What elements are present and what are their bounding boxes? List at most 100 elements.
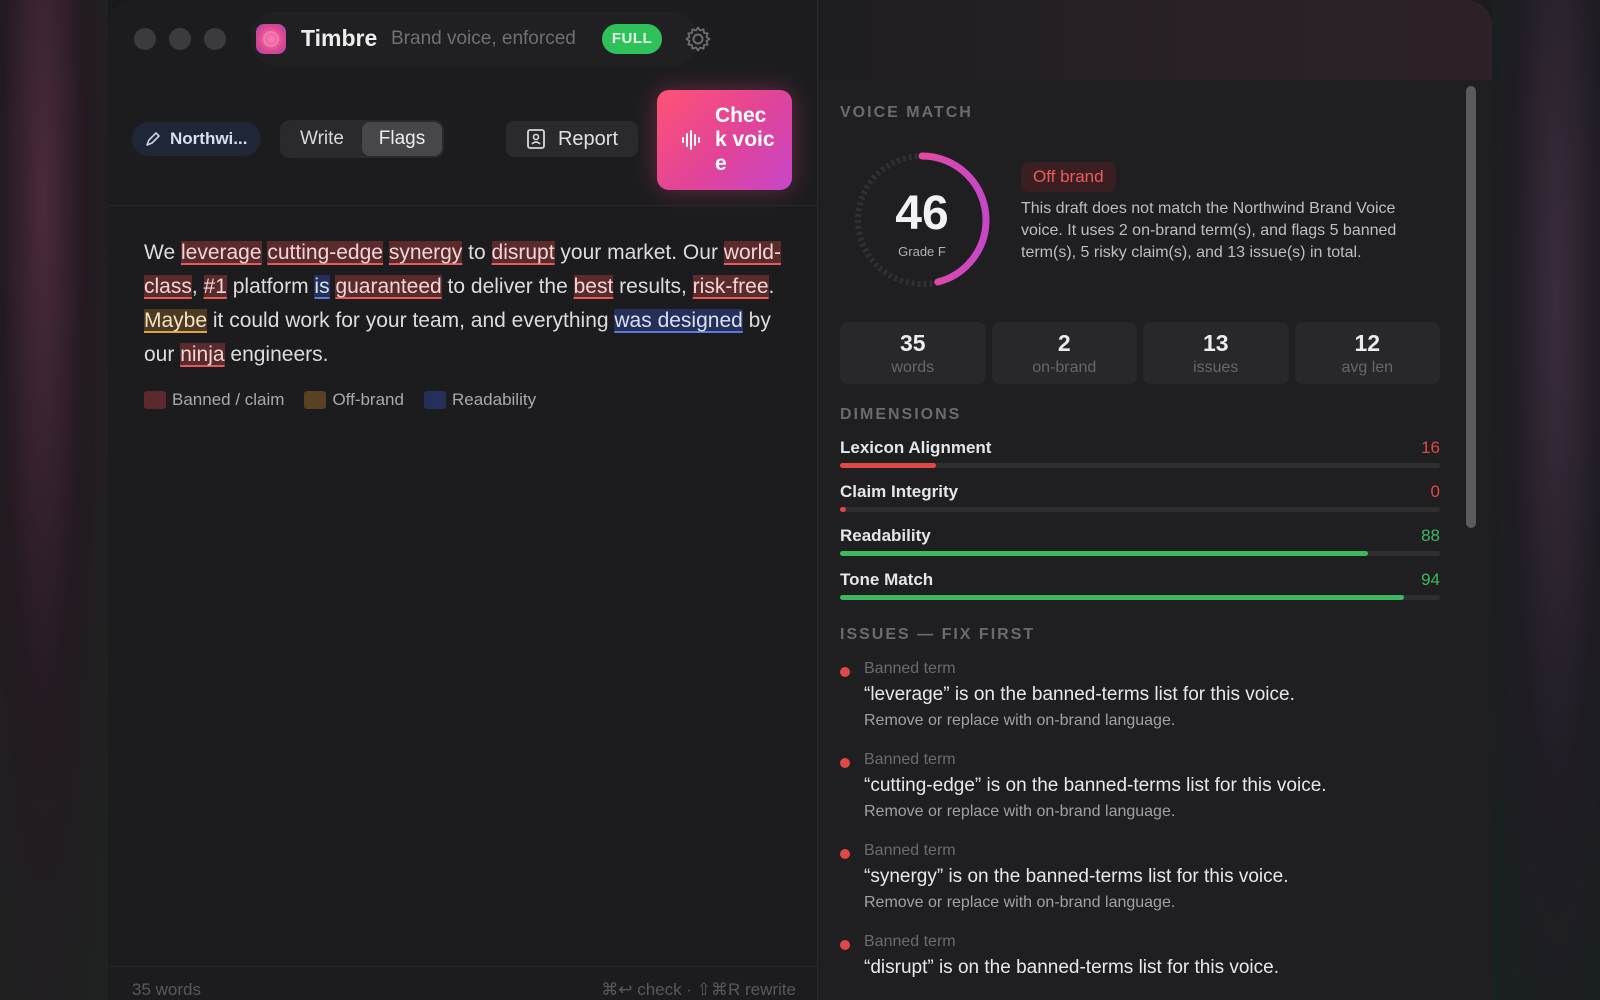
report-button[interactable]: Report bbox=[506, 121, 638, 157]
stat-label: avg len bbox=[1341, 359, 1394, 376]
draft-text-run: . bbox=[768, 275, 775, 298]
stat-avg-len: 12 avg len bbox=[1294, 322, 1440, 384]
voice-match-title: VOICE MATCH bbox=[840, 104, 973, 121]
dimension-score: 16 bbox=[1421, 438, 1440, 457]
voice-selector[interactable]: Northwi... bbox=[132, 122, 262, 156]
flagged-term-readability[interactable]: is bbox=[314, 275, 330, 298]
draft-text-run: platform bbox=[226, 275, 315, 298]
issue-description: “synergy” is on the banned-terms list fo… bbox=[864, 866, 1289, 887]
desktop-background-right bbox=[1492, 0, 1600, 1000]
issue-fix: Remove or replace with on-brand language… bbox=[864, 712, 1176, 729]
flagged-term-banned[interactable]: disrupt bbox=[491, 241, 555, 264]
gear-icon[interactable] bbox=[683, 24, 713, 54]
flagged-term-banned[interactable]: synergy bbox=[388, 241, 463, 264]
draft-text-run: to deliver the bbox=[441, 275, 574, 298]
stat-value: 35 bbox=[899, 330, 926, 356]
tab-flags[interactable]: Flags bbox=[362, 122, 442, 156]
pen-nib-icon bbox=[146, 132, 160, 146]
legend-label: Off-brand bbox=[332, 390, 404, 409]
flagged-term-off-brand[interactable]: Maybe bbox=[144, 309, 208, 332]
dimension-name: Lexicon Alignment bbox=[840, 438, 992, 457]
dimension-claim-integrity: Claim Integrity 0 bbox=[840, 482, 1440, 518]
dimension-lexicon-alignment: Lexicon Alignment 16 bbox=[840, 438, 1440, 474]
flagged-term-banned[interactable]: ninja bbox=[180, 343, 225, 366]
stat-value: 2 bbox=[1057, 330, 1071, 356]
legend-item-off-brand: Off-brand bbox=[304, 390, 404, 410]
dimension-bar bbox=[840, 463, 936, 468]
plan-badge: FULL bbox=[602, 24, 662, 54]
mode-segmented-control: Write Flags bbox=[280, 120, 444, 158]
titlebar: Timbre Brand voice, enforced FULL bbox=[108, 0, 818, 80]
flagged-term-banned[interactable]: risk-free bbox=[692, 275, 769, 298]
keyboard-shortcuts-hint: ⌘↩ check · ⇧⌘R rewrite bbox=[601, 980, 796, 999]
analysis-panel: VOICE MATCH 46 Grade F Off brand This dr… bbox=[818, 0, 1492, 1000]
draft-text-run: engineers. bbox=[224, 343, 329, 366]
voice-score: 46 bbox=[895, 187, 949, 240]
panel-header-strip bbox=[818, 0, 1492, 80]
tab-write[interactable]: Write bbox=[282, 122, 362, 156]
dimension-name: Tone Match bbox=[840, 570, 934, 589]
app-logo-icon bbox=[256, 24, 286, 54]
dimension-bar bbox=[840, 551, 1368, 556]
dimension-bar bbox=[840, 507, 846, 512]
dimension-name: Readability bbox=[840, 526, 931, 545]
legend-label: Banned / claim bbox=[172, 390, 285, 409]
dimension-tone-match: Tone Match 94 bbox=[840, 570, 1440, 606]
editor-pane: Timbre Brand voice, enforced FULL Northw… bbox=[108, 0, 818, 1000]
stat-words: 35 words bbox=[840, 322, 986, 384]
check-voice-label: Check voice bbox=[715, 104, 775, 175]
dimension-readability: Readability 88 bbox=[840, 526, 1440, 562]
close-window-button[interactable] bbox=[134, 28, 156, 50]
stat-label: on-brand bbox=[1032, 359, 1097, 376]
issue-fix: Remove or replace with on-brand language… bbox=[864, 894, 1176, 911]
app-window: Timbre Brand voice, enforced FULL Northw… bbox=[108, 0, 1492, 1000]
check-voice-button[interactable]: Check voice bbox=[657, 90, 792, 190]
summary-text: This draft does not match the Northwind … bbox=[1021, 200, 1397, 261]
stat-value: 12 bbox=[1354, 330, 1381, 356]
stat-issues: 13 issues bbox=[1143, 322, 1289, 384]
legend-swatch bbox=[423, 391, 446, 409]
stat-on-brand: 2 on-brand bbox=[991, 322, 1137, 384]
status-badge: Off brand bbox=[1021, 162, 1116, 192]
dimension-name: Claim Integrity bbox=[840, 482, 959, 501]
flagged-term-readability[interactable]: was designed bbox=[614, 309, 743, 332]
flagged-term-banned[interactable]: #1 bbox=[203, 275, 227, 298]
severity-dot bbox=[840, 758, 850, 768]
panel-scrollbar[interactable] bbox=[1466, 86, 1476, 528]
issue-fix: Remove or replace with on-brand language… bbox=[864, 803, 1176, 820]
draft-text-editor[interactable]: We leverage cutting-edge synergy to disr… bbox=[144, 236, 784, 372]
stats-row: 35 words 2 on-brand 13 issues 12 avg len bbox=[840, 322, 1440, 384]
zoom-window-button[interactable] bbox=[204, 28, 226, 50]
minimize-window-button[interactable] bbox=[169, 28, 191, 50]
stat-value: 13 bbox=[1202, 330, 1229, 356]
word-count: 35 words bbox=[132, 980, 201, 999]
grade-label: Grade F bbox=[898, 244, 946, 259]
issue-type: Banned term bbox=[864, 842, 956, 859]
dimension-track bbox=[840, 507, 1440, 512]
draft-text-run bbox=[383, 241, 389, 264]
legend-swatch bbox=[144, 391, 166, 409]
issue-type: Banned term bbox=[864, 933, 956, 950]
waveform-icon bbox=[682, 130, 700, 150]
dimension-bar bbox=[840, 595, 1404, 600]
draft-text-run: results, bbox=[613, 275, 693, 298]
flagged-term-banned[interactable]: best bbox=[573, 275, 614, 298]
severity-dot bbox=[840, 849, 850, 859]
legend-item-banned: Banned / claim bbox=[144, 390, 284, 410]
draft-text-run: it could work for your team, and everyth… bbox=[207, 309, 615, 332]
draft-text-run: to bbox=[462, 241, 492, 264]
dimension-score: 0 bbox=[1430, 482, 1440, 501]
status-bar: 35 words ⌘↩ check · ⇧⌘R rewrite bbox=[108, 966, 818, 1000]
stat-label: words bbox=[891, 359, 935, 376]
draft-text-run: , bbox=[191, 275, 204, 298]
flagged-term-banned[interactable]: guaranteed bbox=[335, 275, 442, 298]
legend-label: Readability bbox=[451, 390, 537, 409]
flagged-term-banned[interactable]: leverage bbox=[180, 241, 262, 264]
dimension-track bbox=[840, 551, 1440, 556]
draft-text-run: your market. Our bbox=[554, 241, 724, 264]
legend-item-readability: Readability bbox=[423, 390, 537, 410]
dimension-score: 94 bbox=[1421, 570, 1440, 589]
toolbar: Northwi... Write Flags Report Check voic… bbox=[108, 80, 818, 206]
draft-text-run: We bbox=[144, 241, 181, 264]
flagged-term-banned[interactable]: cutting-edge bbox=[267, 241, 383, 264]
